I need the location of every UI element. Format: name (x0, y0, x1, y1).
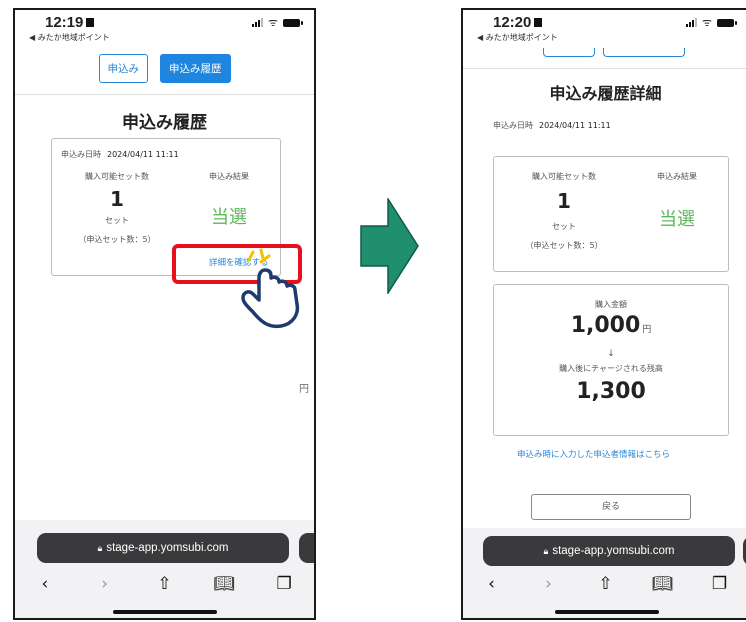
result-value: 当選 (659, 209, 695, 230)
purchase-amount-value: 1,000 (570, 313, 641, 338)
right-arrow-icon (360, 198, 419, 294)
application-date: 申込み日時 2024/04/11 11:11 (61, 149, 179, 160)
url-text: stage-app.yomsubi.com (106, 542, 229, 554)
status-time: 12:20 (493, 14, 543, 31)
result-card: 購入可能セット数 1 セット （申込セット数：5） 申込み結果 当選 (493, 156, 729, 272)
home-indicator (555, 610, 659, 614)
wifi-icon: ᯤ (701, 16, 712, 29)
charged-balance-value: 1,300 (576, 379, 646, 404)
chevron-left-icon[interactable]: ‹ (31, 574, 59, 594)
chevron-right-icon[interactable]: › (535, 574, 563, 594)
scrolled-tab-apply (543, 48, 595, 57)
lock-icon: 🔒︎ (543, 545, 549, 556)
signal-icon (251, 18, 263, 27)
wifi-icon: ᯤ (267, 16, 278, 29)
page-title: 申込み履歴 (122, 113, 207, 133)
next-tab-peek (299, 533, 314, 563)
pointing-hand-icon (241, 248, 300, 329)
result-label: 申込み結果 (209, 172, 249, 181)
tab-history[interactable]: 申込み履歴 (160, 54, 231, 83)
home-indicator (113, 610, 217, 614)
available-sets-value: 1 (110, 187, 124, 211)
share-icon[interactable]: ⇧ (150, 574, 178, 594)
battery-icon (717, 18, 737, 27)
purchase-amount: 1,000 円 (494, 313, 728, 338)
book-icon[interactable]: 📖︎ (210, 574, 238, 594)
status-time-text: 12:19 (45, 14, 84, 31)
battery-icon (283, 18, 303, 27)
share-icon[interactable]: ⇧ (592, 574, 620, 594)
header-divider (463, 68, 746, 69)
application-date: 申込み日時 2024/04/11 11:11 (493, 120, 611, 131)
purchase-amount-label: 購入金額 (595, 300, 627, 309)
scrolled-tab-history (603, 48, 685, 57)
tabs-icon[interactable]: ❐ (706, 574, 734, 594)
lock-icon: 🔒︎ (97, 542, 103, 553)
tab-apply[interactable]: 申込み (98, 54, 148, 83)
result-label: 申込み結果 (657, 172, 697, 181)
header-divider (15, 94, 314, 95)
stray-yen-text: 円 (299, 384, 309, 395)
result-value: 当選 (211, 207, 247, 228)
url-text: stage-app.yomsubi.com (552, 545, 675, 557)
charged-balance-label: 購入後にチャージされる残高 (559, 364, 663, 373)
status-bar: 12:19 ◀ みたか地域ポイント ᯤ (15, 10, 314, 44)
purchase-card: 購入金額 1,000 円 ↓ 購入後にチャージされる残高 1,300 (493, 284, 729, 436)
book-icon[interactable]: 📖︎ (649, 574, 677, 594)
applied-sets-note: （申込セット数：5） (78, 235, 156, 244)
available-sets-value: 1 (557, 189, 571, 213)
down-arrow-icon: ↓ (607, 349, 615, 359)
browser-toolbar: ‹ › ⇧ 📖︎ ❐ (15, 570, 314, 598)
chevron-left-icon[interactable]: ‹ (478, 574, 506, 594)
status-icons: ᯤ (251, 16, 303, 29)
browser-toolbar: ‹ › ⇧ 📖︎ ❐ (463, 570, 746, 598)
status-bar: 12:20 ◀ みたか地域ポイント ᯤ (463, 10, 746, 44)
history-tabs: 申込み 申込み履歴 (15, 54, 314, 83)
available-sets-label: 購入可能セット数 (85, 172, 149, 181)
available-sets-label: 購入可能セット数 (532, 172, 596, 181)
status-time: 12:19 (45, 14, 95, 31)
status-icons: ᯤ (685, 16, 737, 29)
status-indicator-icon (534, 18, 543, 27)
address-bar[interactable]: 🔒︎ stage-app.yomsubi.com (37, 533, 289, 563)
signal-icon (685, 18, 697, 27)
phone-screen-history-detail: 12:20 ◀ みたか地域ポイント ᯤ 申込み履歴詳細 申込み日時 2024/04… (461, 8, 746, 620)
status-time-text: 12:20 (493, 14, 532, 31)
back-to-app-link[interactable]: ◀ みたか地域ポイント (29, 32, 110, 43)
back-button[interactable]: 戻る (531, 494, 691, 520)
status-indicator-icon (86, 18, 95, 27)
set-unit: セット (552, 222, 576, 231)
page-title: 申込み履歴詳細 (549, 84, 662, 103)
chevron-right-icon[interactable]: › (91, 574, 119, 594)
date-value: 2024/04/11 11:11 (107, 150, 179, 159)
purchase-amount-unit: 円 (642, 325, 652, 335)
applied-sets-note: （申込セット数：5） (525, 241, 603, 250)
tabs-icon[interactable]: ❐ (270, 574, 298, 594)
date-label: 申込み日時 (493, 121, 533, 130)
address-bar[interactable]: 🔒︎ stage-app.yomsubi.com (483, 536, 735, 566)
applicant-info-link[interactable]: 申込み時に入力した申込者情報はこちら (517, 448, 670, 460)
set-unit: セット (105, 216, 129, 225)
date-value: 2024/04/11 11:11 (539, 121, 611, 130)
back-to-app-link[interactable]: ◀ みたか地域ポイント (477, 32, 558, 43)
date-label: 申込み日時 (61, 150, 101, 159)
phone-screen-history: 12:19 ◀ みたか地域ポイント ᯤ 申込み 申込み履歴 申込み履歴 申込み日… (13, 8, 316, 620)
